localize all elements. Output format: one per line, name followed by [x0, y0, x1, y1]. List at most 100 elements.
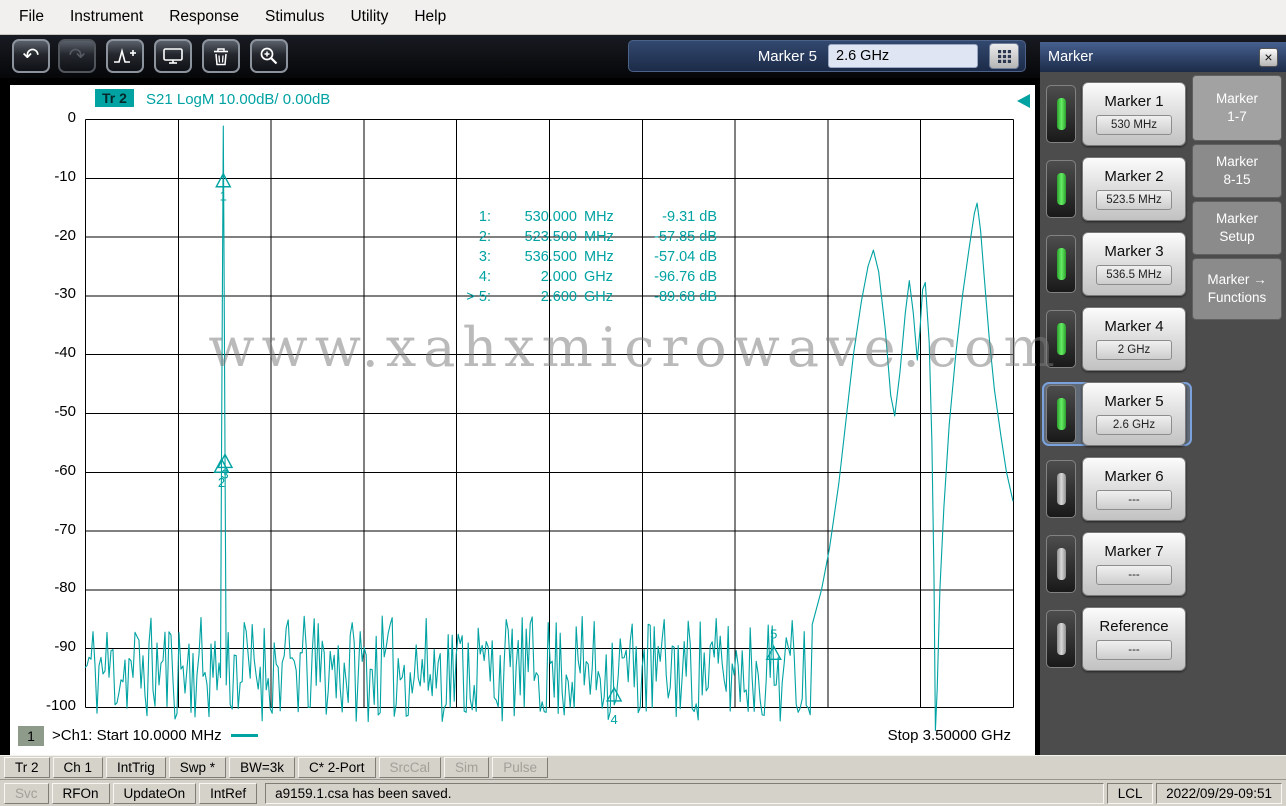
tab-marker-8-15[interactable]: Marker 8-15	[1192, 144, 1282, 198]
readout-marker-number: 1:	[478, 209, 491, 225]
marker-row-marker-1: Marker 1 530 MHz	[1042, 82, 1192, 146]
marker-button-value: 536.5 MHz	[1096, 265, 1172, 285]
marker-button-marker-3[interactable]: Marker 3 536.5 MHz	[1082, 232, 1186, 296]
menu-stimulus[interactable]: Stimulus	[252, 0, 337, 34]
marker-button-label: Marker 1	[1104, 93, 1164, 110]
svg-text:5: 5	[770, 626, 777, 641]
status-row-1: Tr 2 Ch 1 IntTrig Swp * BW=3k C* 2-Port SrcCal…	[0, 755, 1286, 780]
readout-value: -57.04 dB	[654, 249, 717, 265]
marker-row-marker-2: Marker 2 523.5 MHz	[1042, 157, 1192, 221]
chart-area: Tr 2 S21 LogM 10.00dB/ 0.00dB 0 -10 -20 -30…	[10, 85, 1035, 755]
status-clock: 2022/09/29-09:51	[1156, 783, 1282, 804]
tab-marker-→-functions[interactable]: Marker → Functions	[1192, 258, 1282, 320]
channel-start-label: >Ch1: Start 10.0000 MHz	[52, 727, 258, 744]
y-axis-tick-label: -20	[54, 226, 76, 244]
undo-button[interactable]: ↶	[12, 39, 50, 73]
marker-led-marker-1[interactable]	[1046, 85, 1076, 143]
y-axis-tick-label: -90	[54, 638, 76, 656]
marker-button-marker-5[interactable]: Marker 5 2.6 GHz	[1082, 382, 1186, 446]
marker-led-marker-2[interactable]	[1046, 160, 1076, 218]
zoom-icon	[260, 47, 278, 65]
marker-row-marker-7: Marker 7 ---	[1042, 532, 1192, 596]
led-off-indicator	[1056, 473, 1066, 505]
readout-marker-number: 3:	[478, 249, 491, 265]
marker-button-label: Marker 6	[1104, 468, 1164, 485]
marker-led-marker-3[interactable]	[1046, 235, 1076, 293]
readout-row: 3: 536.500 MHz -57.04 dB	[447, 247, 717, 267]
menu-response[interactable]: Response	[156, 0, 252, 34]
status-ch-1[interactable]: Ch 1	[52, 757, 104, 778]
marker-led-marker-5[interactable]	[1046, 385, 1076, 443]
readout-value: -57.85 dB	[654, 229, 717, 245]
y-axis-tick-label: -70	[54, 520, 76, 538]
trace-badge[interactable]: Tr 2	[95, 89, 134, 107]
marker-button-value: ---	[1096, 490, 1172, 510]
status-pulse: Pulse	[492, 757, 549, 778]
marker-button-marker-2[interactable]: Marker 2 523.5 MHz	[1082, 157, 1186, 221]
readout-frequency: 2.000	[540, 269, 577, 285]
y-axis-tick-label: 0	[67, 109, 76, 126]
marker-led-marker-7[interactable]	[1046, 535, 1076, 593]
y-axis-tick-label: -100	[45, 697, 76, 714]
status-bw-3k[interactable]: BW=3k	[229, 757, 295, 778]
start-frequency-text: >Ch1: Start 10.0000 MHz	[52, 727, 222, 744]
status-c-2-port[interactable]: C* 2-Port	[297, 757, 376, 778]
status-intref[interactable]: IntRef	[199, 783, 258, 804]
marker-led-reference[interactable]	[1046, 610, 1076, 668]
menu-utility[interactable]: Utility	[337, 0, 401, 34]
readout-marker-number: > 5:	[466, 289, 491, 305]
marker-button-label: Marker 4	[1104, 318, 1164, 335]
marker-frequency-input[interactable]	[828, 44, 978, 68]
add-marker-button[interactable]	[106, 39, 144, 73]
marker-button-value: 2 GHz	[1096, 340, 1172, 360]
delete-button[interactable]	[202, 39, 240, 73]
readout-unit: MHz	[584, 229, 614, 245]
marker-button-value: 2.6 GHz	[1096, 415, 1172, 435]
tab-marker-1-7[interactable]: Marker 1-7	[1192, 75, 1282, 141]
readout-frequency: 523.500	[524, 229, 577, 245]
keypad-button[interactable]	[989, 43, 1019, 69]
screen-capture-button[interactable]	[154, 39, 192, 73]
status-inttrig[interactable]: IntTrig	[106, 757, 166, 778]
marker-button-marker-7[interactable]: Marker 7 ---	[1082, 532, 1186, 596]
y-axis-tick-label: -40	[54, 344, 76, 362]
status-updateon[interactable]: UpdateOn	[112, 783, 197, 804]
trash-icon	[214, 47, 228, 65]
readout-row: > 5: 2.600 GHz -89.68 dB	[447, 287, 717, 307]
marker-button-value: 523.5 MHz	[1096, 190, 1172, 210]
y-axis-tick-label: -60	[54, 461, 76, 479]
zoom-button[interactable]	[250, 39, 288, 73]
marker-panel-title: Marker	[1048, 49, 1094, 65]
tab-marker-setup[interactable]: Marker Setup	[1192, 201, 1282, 255]
marker-row-marker-4: Marker 4 2 GHz	[1042, 307, 1192, 371]
trace-title: S21 LogM 10.00dB/ 0.00dB	[146, 91, 331, 108]
marker-led-marker-6[interactable]	[1046, 460, 1076, 518]
status-rfon[interactable]: RFOn	[51, 783, 110, 804]
readout-value: -9.31 dB	[662, 209, 717, 225]
menu-help[interactable]: Help	[401, 0, 459, 34]
marker-button-marker-4[interactable]: Marker 4 2 GHz	[1082, 307, 1186, 371]
menu-instrument[interactable]: Instrument	[57, 0, 156, 34]
status-tr-2[interactable]: Tr 2	[4, 757, 50, 778]
marker-button-label: Marker 2	[1104, 168, 1164, 185]
marker-button-label: Marker 3	[1104, 243, 1164, 260]
led-on-indicator	[1056, 173, 1066, 205]
marker-button-reference[interactable]: Reference ---	[1082, 607, 1186, 671]
marker-entry-label: Marker 5	[757, 47, 817, 65]
marker-button-marker-6[interactable]: Marker 6 ---	[1082, 457, 1186, 521]
y-axis-tick-label: -80	[54, 579, 76, 597]
marker-led-marker-4[interactable]	[1046, 310, 1076, 368]
marker-row-reference: Reference ---	[1042, 607, 1192, 671]
close-button[interactable]: ×	[1259, 47, 1278, 67]
menu-file[interactable]: File	[6, 0, 57, 34]
redo-icon: ↷	[68, 45, 86, 67]
status-swp-[interactable]: Swp *	[168, 757, 227, 778]
marker-button-marker-1[interactable]: Marker 1 530 MHz	[1082, 82, 1186, 146]
trace-color-dash-icon	[230, 734, 258, 737]
marker-panel: Marker × Marker 1 530 MHz Marker 2 523.5 MH…	[1040, 42, 1286, 755]
channel-badge[interactable]: 1	[18, 726, 44, 746]
stop-frequency-text: Stop 3.50000 GHz	[887, 727, 1011, 744]
readout-unit: MHz	[584, 209, 614, 225]
marker-row-marker-3: Marker 3 536.5 MHz	[1042, 232, 1192, 296]
keypad-icon	[997, 49, 1011, 63]
